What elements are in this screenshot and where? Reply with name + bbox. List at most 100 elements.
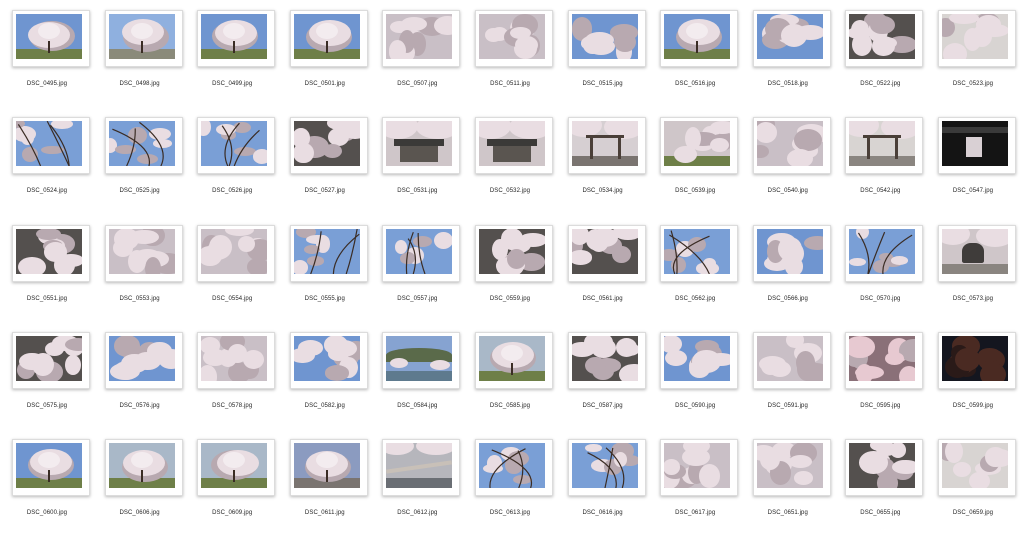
thumbnail-frame[interactable] xyxy=(289,10,368,67)
file-thumbnail-item[interactable]: DSC_0542.jpg xyxy=(840,110,932,214)
thumbnail-frame[interactable] xyxy=(845,10,924,67)
thumbnail-frame[interactable] xyxy=(938,331,1016,389)
file-thumbnail-item[interactable]: DSC_0606.jpg xyxy=(100,432,192,536)
thumbnail-frame[interactable] xyxy=(845,439,924,497)
thumbnail-frame[interactable] xyxy=(104,224,183,282)
file-thumbnail-item[interactable]: DSC_0511.jpg xyxy=(470,3,562,107)
thumbnail-frame[interactable] xyxy=(289,439,368,497)
file-thumbnail-item[interactable]: DSC_0523.jpg xyxy=(933,3,1024,107)
thumbnail-frame[interactable] xyxy=(104,331,183,389)
thumbnail-frame[interactable] xyxy=(382,117,461,175)
thumbnail-frame[interactable] xyxy=(938,439,1016,497)
thumbnail-frame[interactable] xyxy=(475,10,553,67)
thumbnail-frame[interactable] xyxy=(845,117,924,175)
thumbnail-frame[interactable] xyxy=(382,224,461,282)
thumbnail-frame[interactable] xyxy=(752,439,831,497)
file-thumbnail-item[interactable]: DSC_0590.jpg xyxy=(655,325,747,429)
thumbnail-frame[interactable] xyxy=(12,224,90,282)
file-thumbnail-item[interactable]: DSC_0613.jpg xyxy=(470,432,562,536)
file-thumbnail-item[interactable]: DSC_0578.jpg xyxy=(192,325,284,429)
file-thumbnail-item[interactable]: DSC_0573.jpg xyxy=(933,218,1024,322)
thumbnail-frame[interactable] xyxy=(475,331,553,389)
thumbnail-frame[interactable] xyxy=(845,224,924,282)
thumbnail-frame[interactable] xyxy=(660,224,739,282)
file-thumbnail-item[interactable]: DSC_0555.jpg xyxy=(285,218,377,322)
thumbnail-frame[interactable] xyxy=(12,331,90,389)
file-thumbnail-item[interactable]: DSC_0527.jpg xyxy=(285,110,377,214)
thumbnail-frame[interactable] xyxy=(938,10,1016,67)
thumbnail-frame[interactable] xyxy=(567,10,646,67)
file-thumbnail-item[interactable]: DSC_0553.jpg xyxy=(100,218,192,322)
file-thumbnail-item[interactable]: DSC_0575.jpg xyxy=(7,325,99,429)
thumbnail-frame[interactable] xyxy=(289,117,368,175)
file-thumbnail-item[interactable]: DSC_0595.jpg xyxy=(840,325,932,429)
file-thumbnail-item[interactable]: DSC_0576.jpg xyxy=(100,325,192,429)
file-thumbnail-item[interactable]: DSC_0599.jpg xyxy=(933,325,1024,429)
file-thumbnail-item[interactable]: DSC_0518.jpg xyxy=(748,3,840,107)
thumbnail-frame[interactable] xyxy=(289,224,368,282)
thumbnail-frame[interactable] xyxy=(197,117,276,175)
file-thumbnail-item[interactable]: DSC_0516.jpg xyxy=(655,3,747,107)
file-thumbnail-item[interactable]: DSC_0561.jpg xyxy=(563,218,655,322)
file-thumbnail-item[interactable]: DSC_0655.jpg xyxy=(840,432,932,536)
file-thumbnail-item[interactable]: DSC_0531.jpg xyxy=(377,110,469,214)
file-thumbnail-item[interactable]: DSC_0591.jpg xyxy=(748,325,840,429)
thumbnail-frame[interactable] xyxy=(567,439,646,497)
thumbnail-frame[interactable] xyxy=(938,224,1016,282)
thumbnail-frame[interactable] xyxy=(12,10,90,67)
thumbnail-frame[interactable] xyxy=(752,331,831,389)
thumbnail-frame[interactable] xyxy=(104,117,183,175)
file-thumbnail-item[interactable]: DSC_0507.jpg xyxy=(377,3,469,107)
thumbnail-frame[interactable] xyxy=(475,439,553,497)
thumbnail-frame[interactable] xyxy=(752,224,831,282)
file-thumbnail-item[interactable]: DSC_0526.jpg xyxy=(192,110,284,214)
file-thumbnail-item[interactable]: DSC_0616.jpg xyxy=(563,432,655,536)
thumbnail-frame[interactable] xyxy=(660,439,739,497)
file-thumbnail-item[interactable]: DSC_0522.jpg xyxy=(840,3,932,107)
thumbnail-frame[interactable] xyxy=(104,10,183,67)
file-thumbnail-item[interactable]: DSC_0570.jpg xyxy=(840,218,932,322)
thumbnail-frame[interactable] xyxy=(567,331,646,389)
file-thumbnail-item[interactable]: DSC_0585.jpg xyxy=(470,325,562,429)
thumbnail-frame[interactable] xyxy=(104,439,183,497)
thumbnail-frame[interactable] xyxy=(752,10,831,67)
file-thumbnail-item[interactable]: DSC_0600.jpg xyxy=(7,432,99,536)
thumbnail-frame[interactable] xyxy=(567,224,646,282)
thumbnail-frame[interactable] xyxy=(289,331,368,389)
file-thumbnail-item[interactable]: DSC_0539.jpg xyxy=(655,110,747,214)
thumbnail-frame[interactable] xyxy=(382,439,461,497)
file-thumbnail-item[interactable]: DSC_0547.jpg xyxy=(933,110,1024,214)
file-thumbnail-item[interactable]: DSC_0584.jpg xyxy=(377,325,469,429)
file-thumbnail-item[interactable]: DSC_0498.jpg xyxy=(100,3,192,107)
thumbnail-frame[interactable] xyxy=(197,10,276,67)
thumbnail-frame[interactable] xyxy=(660,117,739,175)
file-thumbnail-item[interactable]: DSC_0609.jpg xyxy=(192,432,284,536)
file-thumbnail-item[interactable]: DSC_0587.jpg xyxy=(563,325,655,429)
file-thumbnail-item[interactable]: DSC_0532.jpg xyxy=(470,110,562,214)
thumbnail-frame[interactable] xyxy=(845,331,924,389)
file-thumbnail-item[interactable]: DSC_0612.jpg xyxy=(377,432,469,536)
file-thumbnail-item[interactable]: DSC_0524.jpg xyxy=(7,110,99,214)
file-thumbnail-item[interactable]: DSC_0525.jpg xyxy=(100,110,192,214)
file-thumbnail-item[interactable]: DSC_0566.jpg xyxy=(748,218,840,322)
thumbnail-frame[interactable] xyxy=(660,10,739,67)
file-thumbnail-item[interactable]: DSC_0495.jpg xyxy=(7,3,99,107)
thumbnail-frame[interactable] xyxy=(382,331,461,389)
file-thumbnail-item[interactable]: DSC_0499.jpg xyxy=(192,3,284,107)
thumbnail-frame[interactable] xyxy=(660,331,739,389)
thumbnail-frame[interactable] xyxy=(382,10,461,67)
thumbnail-frame[interactable] xyxy=(12,117,90,175)
file-thumbnail-item[interactable]: DSC_0515.jpg xyxy=(563,3,655,107)
thumbnail-frame[interactable] xyxy=(938,117,1016,175)
file-thumbnail-item[interactable]: DSC_0617.jpg xyxy=(655,432,747,536)
file-thumbnail-item[interactable]: DSC_0554.jpg xyxy=(192,218,284,322)
file-thumbnail-item[interactable]: DSC_0611.jpg xyxy=(285,432,377,536)
thumbnail-frame[interactable] xyxy=(197,439,276,497)
file-thumbnail-item[interactable]: DSC_0562.jpg xyxy=(655,218,747,322)
thumbnail-frame[interactable] xyxy=(475,224,553,282)
thumbnail-frame[interactable] xyxy=(475,117,553,175)
file-thumbnail-item[interactable]: DSC_0582.jpg xyxy=(285,325,377,429)
thumbnail-frame[interactable] xyxy=(197,224,276,282)
thumbnail-frame[interactable] xyxy=(752,117,831,175)
file-thumbnail-item[interactable]: DSC_0501.jpg xyxy=(285,3,377,107)
